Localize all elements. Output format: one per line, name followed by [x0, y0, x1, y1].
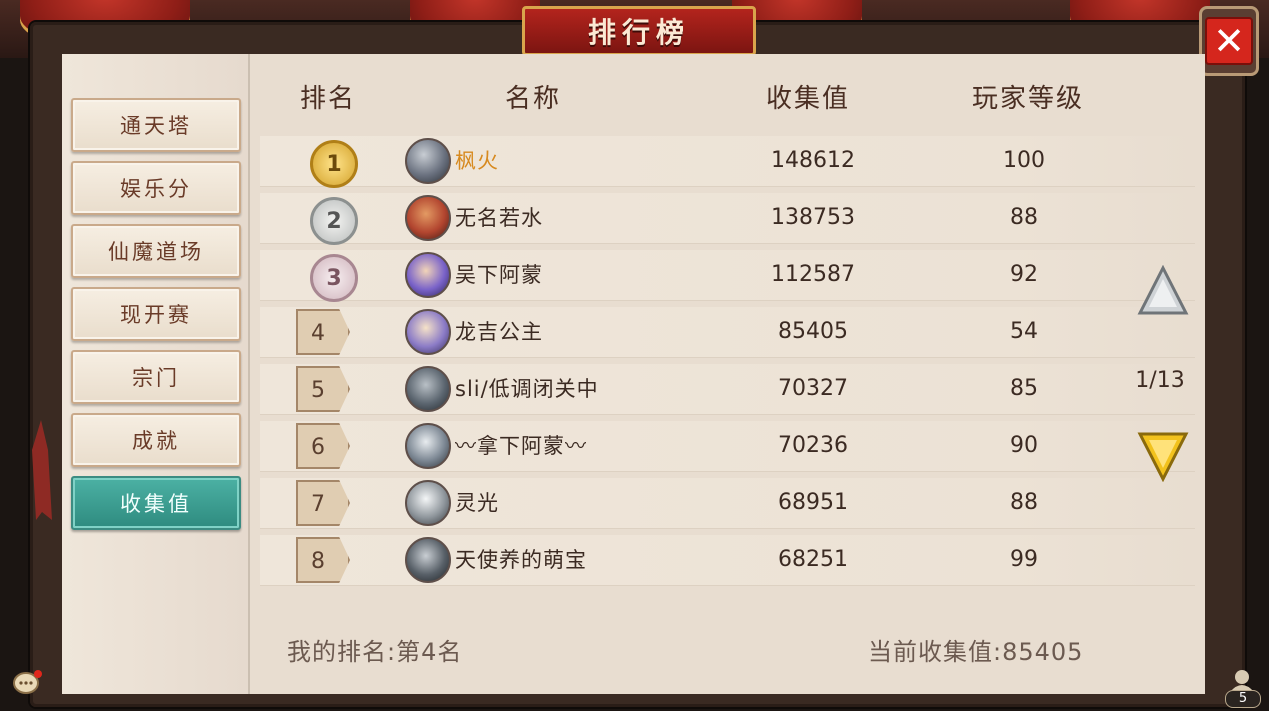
player-name: 枫火 [455, 149, 499, 173]
friends-icon [1230, 670, 1254, 692]
header-rank: 排名 [299, 84, 357, 114]
chat-icon [13, 670, 42, 694]
table-row[interactable]: 2 无名若水 138753 88 [260, 193, 1195, 245]
player-level: 90 [1010, 433, 1038, 458]
current-collect-value: 当前收集值:85405 [868, 638, 1084, 666]
table-row[interactable]: 5 sli/低调闭关中 70327 85 [260, 364, 1195, 415]
silver-medal-icon: 2 [310, 197, 358, 245]
player-name: 吴下阿蒙 [455, 263, 543, 287]
player-level: 88 [1010, 205, 1038, 230]
my-rank: 我的排名:第4名 [287, 638, 463, 666]
table-row[interactable]: 4 龙吉公主 85405 54 [260, 307, 1195, 358]
rank-flag-icon: 8 [296, 537, 350, 583]
player-level: 85 [1010, 376, 1038, 401]
avatar [405, 537, 451, 583]
rank-flag-icon: 5 [296, 366, 350, 412]
player-name: 灵光 [455, 491, 499, 515]
table-row[interactable]: 6 〰拿下阿蒙〰 70236 90 [260, 421, 1195, 472]
player-level: 100 [1003, 148, 1045, 173]
sidebar-item-shoujizhi[interactable]: 收集值 [71, 476, 241, 530]
avatar [405, 480, 451, 526]
collect-value: 70236 [778, 433, 848, 458]
header-name: 名称 [504, 84, 562, 114]
collect-value: 112587 [771, 262, 855, 287]
sidebar-item-zongmen[interactable]: 宗门 [71, 350, 241, 404]
header-level: 玩家等级 [971, 84, 1085, 114]
player-level: 88 [1010, 490, 1038, 515]
player-name: 无名若水 [455, 206, 543, 230]
friends-button[interactable]: 5 [1222, 668, 1262, 708]
friends-count-badge: 5 [1225, 690, 1261, 708]
rank-flag-icon: 6 [296, 423, 350, 469]
collect-value: 68951 [778, 490, 848, 515]
avatar [405, 423, 451, 469]
page-down-arrow-icon[interactable] [1137, 430, 1189, 482]
sidebar-item-tongtianta[interactable]: 通天塔 [71, 98, 241, 152]
sidebar-item-yulefen[interactable]: 娱乐分 [71, 161, 241, 215]
player-name: 天使养的萌宝 [455, 548, 587, 572]
player-name: 龙吉公主 [455, 320, 543, 344]
player-name: 〰拿下阿蒙〰 [455, 434, 587, 458]
collect-value: 138753 [771, 205, 855, 230]
category-sidebar: 通天塔 娱乐分 仙魔道场 现开赛 宗门 成就 收集值 [62, 54, 250, 694]
player-level: 92 [1010, 262, 1038, 287]
sidebar-item-xianmodaochang[interactable]: 仙魔道场 [71, 224, 241, 278]
avatar [405, 252, 451, 298]
table-header: 排名 名称 收集值 玩家等级 [250, 78, 1205, 118]
collect-value: 70327 [778, 376, 848, 401]
player-name: sli/低调闭关中 [455, 377, 599, 401]
page-up-arrow-icon[interactable] [1137, 265, 1189, 317]
table-row[interactable]: 7 灵光 68951 88 [260, 478, 1195, 529]
close-icon: ✕ [1205, 17, 1253, 65]
panel-title: 排行榜 [522, 6, 756, 56]
avatar [405, 195, 451, 241]
sidebar-item-chengjiu[interactable]: 成就 [71, 413, 241, 467]
avatar [405, 309, 451, 355]
rank-flag-icon: 4 [296, 309, 350, 355]
player-level: 99 [1010, 547, 1038, 572]
table-row[interactable]: 8 天使养的萌宝 68251 99 [260, 535, 1195, 586]
bronze-medal-icon: 3 [310, 254, 358, 302]
header-value: 收集值 [765, 84, 851, 114]
avatar [405, 366, 451, 412]
sidebar-item-xiankaisai[interactable]: 现开赛 [71, 287, 241, 341]
rank-flag-icon: 7 [296, 480, 350, 526]
collect-value: 68251 [778, 547, 848, 572]
table-row[interactable]: 1 枫火 148612 100 [260, 136, 1195, 188]
player-level: 54 [1010, 319, 1038, 344]
tassel-icon [32, 420, 52, 520]
table-row[interactable]: 3 吴下阿蒙 112587 92 [260, 250, 1195, 302]
collect-value: 85405 [778, 319, 848, 344]
avatar [405, 138, 451, 184]
gold-medal-icon: 1 [310, 140, 358, 188]
page-indicator: 1/13 [1135, 368, 1185, 393]
close-button[interactable]: ✕ [1199, 6, 1259, 76]
collect-value: 148612 [771, 148, 855, 173]
leaderboard-panel: 排名 名称 收集值 玩家等级 1 枫火 148612 100 2 无名若水 13… [250, 54, 1205, 694]
chat-button[interactable] [12, 670, 42, 696]
